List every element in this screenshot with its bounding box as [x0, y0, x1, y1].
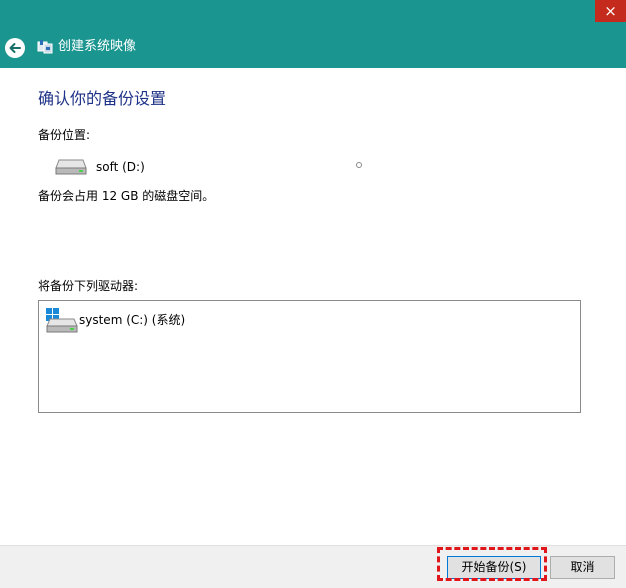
page-heading: 确认你的备份设置	[38, 89, 167, 108]
back-arrow-icon	[9, 43, 21, 53]
button-bar: 开始备份(S) 取消	[0, 545, 626, 588]
drive-label: system (C:) (系统)	[79, 313, 186, 327]
backup-drive-name: soft (D:)	[96, 160, 145, 174]
create-system-image-window: × 创建系统映像 确认你的备份设置 备份位置: soft (D:) 备份会占用 …	[0, 0, 626, 588]
title-bar: × 创建系统映像	[0, 0, 626, 68]
window-title: 创建系统映像	[58, 39, 137, 54]
back-button[interactable]	[5, 38, 25, 58]
close-button[interactable]: ×	[595, 0, 626, 22]
cancel-button[interactable]: 取消	[550, 556, 615, 579]
drives-list[interactable]: system (C:) (系统)	[38, 300, 581, 413]
hard-drive-icon	[55, 159, 87, 175]
windows-drive-icon	[46, 308, 78, 333]
drives-label: 将备份下列驱动器:	[38, 279, 139, 293]
backup-app-icon	[37, 40, 53, 54]
backup-location-label: 备份位置:	[38, 128, 91, 142]
status-dot	[356, 162, 362, 168]
close-icon: ×	[604, 2, 617, 20]
space-note: 备份会占用 12 GB 的磁盘空间。	[38, 189, 215, 203]
start-backup-button[interactable]: 开始备份(S)	[447, 556, 541, 579]
list-item[interactable]: system (C:) (系统)	[44, 306, 244, 333]
